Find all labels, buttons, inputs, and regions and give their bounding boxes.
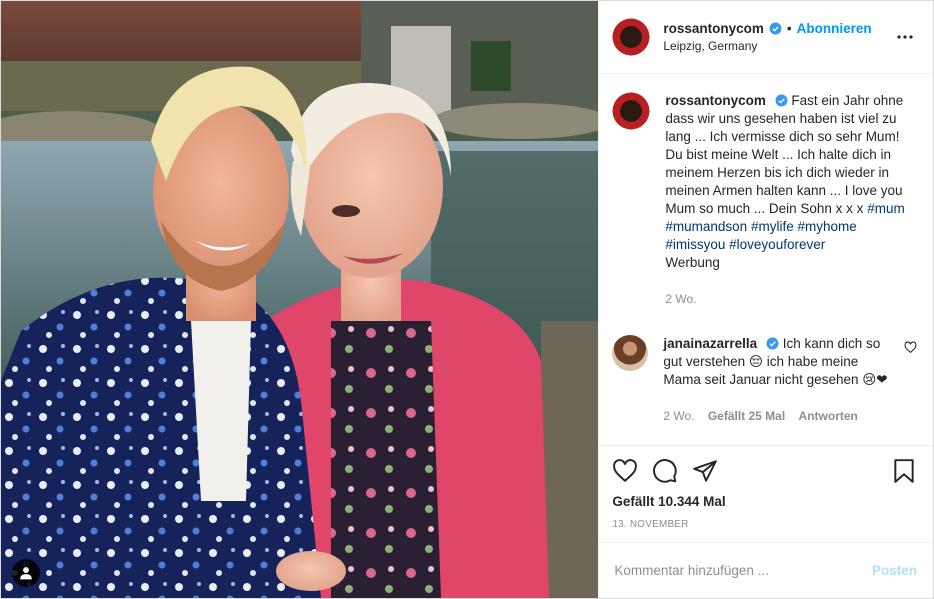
photo-scene	[1, 1, 599, 598]
share-icon	[693, 460, 718, 482]
post-side-panel: rossantonycom • Abonnieren Leipzig, Germ…	[598, 1, 933, 598]
likes-count[interactable]: Gefällt 10.344 Mal	[612, 494, 917, 509]
caption-text: Fast ein Jahr ohne dass wir uns gesehen …	[665, 93, 904, 216]
caption-username[interactable]: rossantonycom	[665, 93, 766, 108]
share-button[interactable]	[692, 458, 718, 484]
bookmark-icon	[894, 459, 914, 483]
comment-time[interactable]: 2 Wo.	[663, 409, 694, 423]
author-info: rossantonycom • Abonnieren Leipzig, Germ…	[663, 21, 893, 53]
post-comment-button[interactable]: Posten	[872, 563, 917, 578]
hashtag-imissyou[interactable]: #imissyou	[665, 237, 725, 252]
comment-icon	[653, 459, 678, 483]
hashtag-mumandson[interactable]: #mumandson	[665, 219, 747, 234]
post-actions: Gefällt 10.344 Mal 13. November	[599, 445, 933, 530]
post-photo[interactable]	[1, 1, 599, 598]
comment-input[interactable]	[614, 563, 872, 578]
hashtag-mum[interactable]: #mum	[867, 201, 905, 216]
caption-time[interactable]: 2 Wo.	[665, 292, 696, 306]
hashtag-loveyouforever[interactable]: #loveyouforever	[729, 237, 825, 252]
comment-button[interactable]	[652, 458, 678, 484]
caption: rossantonycom Fast ein Jahr ohne dass wi…	[612, 92, 917, 308]
hashtag-mylife[interactable]: #mylife	[751, 219, 794, 234]
add-comment-bar: Posten	[599, 542, 933, 598]
user-tag-icon	[20, 567, 32, 580]
more-options-button[interactable]	[893, 25, 917, 49]
save-button[interactable]	[891, 458, 917, 484]
heart-icon	[613, 459, 638, 483]
comment-likes[interactable]: Gefällt 25 Mal	[708, 409, 785, 423]
user-tag-button[interactable]	[12, 559, 40, 587]
more-options-icon	[897, 35, 913, 39]
post-location[interactable]: Leipzig, Germany	[663, 39, 893, 53]
hashtag-myhome[interactable]: #myhome	[797, 219, 856, 234]
verified-badge-icon	[769, 22, 782, 35]
author-avatar[interactable]	[612, 18, 651, 56]
caption-avatar[interactable]	[612, 92, 651, 130]
verified-badge-icon	[766, 337, 779, 350]
post-header: rossantonycom • Abonnieren Leipzig, Germ…	[599, 1, 933, 74]
reply-button[interactable]: Antworten	[799, 409, 858, 423]
follow-button[interactable]: Abonnieren	[797, 21, 872, 36]
like-button[interactable]	[612, 458, 638, 484]
post-date[interactable]: 13. November	[612, 519, 917, 530]
comments-section: rossantonycom Fast ein Jahr ohne dass wi…	[599, 74, 933, 445]
verified-badge-icon	[775, 94, 788, 107]
commenter-username[interactable]: janainazarrella	[663, 336, 757, 351]
author-username[interactable]: rossantonycom	[663, 21, 764, 36]
comment-like-heart-icon[interactable]	[904, 341, 917, 354]
paid-partnership-label: Werbung	[665, 255, 720, 270]
instagram-post: rossantonycom • Abonnieren Leipzig, Germ…	[0, 0, 934, 599]
separator-dot: •	[786, 21, 792, 36]
commenter-avatar[interactable]	[612, 335, 649, 371]
comment: janainazarrella Ich kann dich so gut ver…	[612, 335, 917, 425]
